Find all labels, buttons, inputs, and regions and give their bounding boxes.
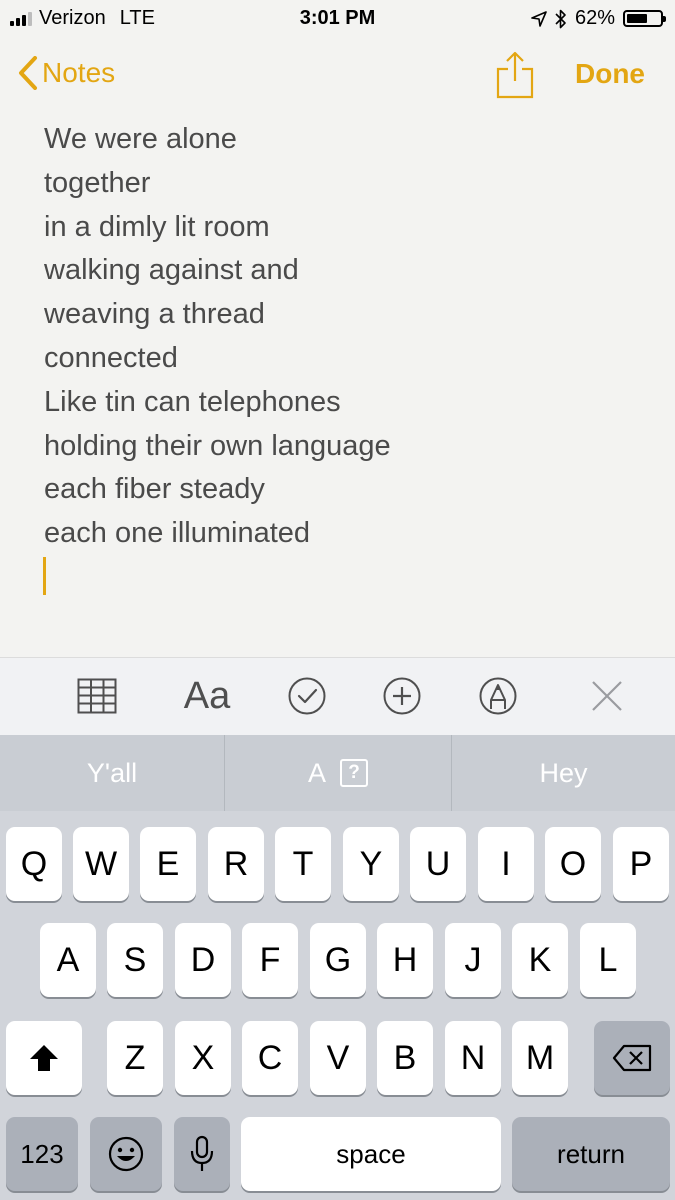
key-h[interactable]: H: [377, 923, 433, 997]
text-style-icon: Aa: [183, 674, 231, 717]
key-s[interactable]: S: [107, 923, 163, 997]
location-arrow-icon: [531, 10, 547, 27]
key-p[interactable]: P: [613, 827, 669, 901]
close-icon: [592, 681, 622, 711]
return-key[interactable]: return: [512, 1117, 670, 1191]
note-line: We were alone: [44, 123, 237, 155]
share-button[interactable]: [494, 50, 536, 100]
prediction-middle-label: A: [307, 757, 326, 788]
key-u[interactable]: U: [410, 827, 466, 901]
prediction-right-label: Hey: [539, 757, 588, 788]
markup-icon: [479, 677, 517, 715]
status-right: 62%: [531, 7, 666, 30]
dictation-key[interactable]: [174, 1117, 230, 1191]
microphone-icon: [190, 1135, 214, 1171]
shift-key[interactable]: [6, 1021, 82, 1095]
note-line: together: [44, 166, 151, 199]
key-e[interactable]: E: [140, 827, 196, 901]
key-z[interactable]: Z: [107, 1021, 163, 1095]
text-cursor: [43, 557, 46, 595]
prediction-left-label: Y'all: [86, 757, 138, 788]
note-line: Like tin can telephones: [44, 385, 341, 418]
key-t[interactable]: T: [275, 827, 331, 901]
note-line: weaving a thread: [44, 298, 265, 331]
key-b[interactable]: B: [377, 1021, 433, 1095]
note-line: in a dimly lit room: [44, 210, 270, 243]
back-to-notes-button[interactable]: Notes: [18, 56, 115, 90]
shift-icon: [30, 1045, 58, 1071]
add-icon: [383, 677, 421, 715]
key-k[interactable]: K: [512, 923, 568, 997]
keyboard: Q W E R T Y U I O P A S D F G H J K L Z …: [0, 811, 675, 1200]
key-q[interactable]: Q: [6, 827, 62, 901]
prediction-middle[interactable]: A ?: [225, 735, 451, 811]
note-line: each one illuminated: [44, 517, 311, 550]
prediction-right[interactable]: Hey: [452, 735, 675, 811]
key-r[interactable]: R: [208, 827, 264, 901]
numbers-key[interactable]: 123: [6, 1117, 78, 1191]
backspace-icon: [612, 1044, 652, 1072]
note-line: holding their own language: [44, 429, 391, 462]
add-attachment-button[interactable]: [380, 674, 424, 718]
key-g[interactable]: G: [310, 923, 366, 997]
key-y[interactable]: Y: [343, 827, 399, 901]
emoji-icon: [108, 1136, 144, 1172]
status-bar: Verizon LTE 3:01 PM 62%: [0, 0, 675, 40]
key-j[interactable]: J: [445, 923, 501, 997]
battery-icon: [623, 10, 666, 27]
key-i[interactable]: I: [478, 827, 534, 901]
share-icon: [496, 51, 534, 99]
key-w[interactable]: W: [73, 827, 129, 901]
close-toolbar-button[interactable]: [586, 674, 628, 718]
key-x[interactable]: X: [175, 1021, 231, 1095]
space-key[interactable]: space: [241, 1117, 501, 1191]
emoji-key[interactable]: [90, 1117, 162, 1191]
key-d[interactable]: D: [175, 923, 231, 997]
battery-fill: [627, 14, 647, 23]
key-n[interactable]: N: [445, 1021, 501, 1095]
note-line: walking against and: [44, 254, 299, 287]
key-m[interactable]: M: [512, 1021, 568, 1095]
bluetooth-icon: [555, 9, 566, 28]
delete-key[interactable]: [594, 1021, 670, 1095]
prediction-left[interactable]: Y'all: [0, 735, 224, 811]
text-style-button[interactable]: Aa: [176, 674, 238, 718]
battery-percent: 62%: [574, 7, 615, 29]
note-body[interactable]: We were alone together in a dimly lit ro…: [44, 118, 644, 556]
insert-table-button[interactable]: [74, 674, 120, 718]
missing-glyph-icon: ?: [340, 759, 368, 787]
note-line: connected: [44, 341, 178, 374]
key-o[interactable]: O: [545, 827, 601, 901]
format-toolbar: Aa: [0, 657, 675, 736]
key-l[interactable]: L: [580, 923, 636, 997]
predictive-text-bar: Y'all A ? Hey: [0, 735, 675, 811]
markup-button[interactable]: [476, 674, 520, 718]
back-label: Notes: [42, 57, 116, 88]
checklist-icon: [288, 677, 326, 715]
done-button[interactable]: Done: [575, 58, 645, 90]
table-icon: [77, 678, 117, 714]
key-a[interactable]: A: [40, 923, 96, 997]
note-line: each fiber steady: [44, 473, 265, 506]
key-f[interactable]: F: [242, 923, 298, 997]
key-c[interactable]: C: [242, 1021, 298, 1095]
checklist-button[interactable]: [285, 674, 329, 718]
chevron-left-icon: [19, 56, 37, 90]
key-v[interactable]: V: [310, 1021, 366, 1095]
